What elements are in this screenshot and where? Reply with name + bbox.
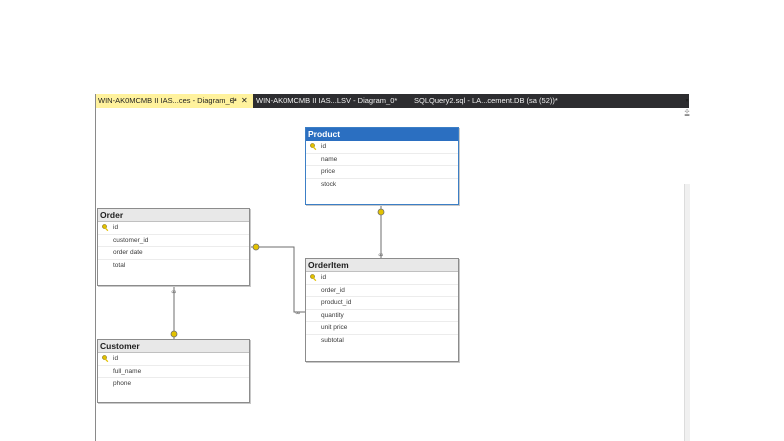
vertical-scrollbar[interactable]: [684, 184, 690, 441]
key-icon: [170, 330, 178, 338]
tab-label: WIN-AK0MCMB II IAS...ces - Diagram_0*: [98, 96, 237, 105]
table-product[interactable]: Product id name price stock: [305, 127, 459, 205]
column-name: id: [321, 143, 327, 150]
relationship-customer-order[interactable]: ∞: [170, 286, 178, 339]
column-row[interactable]: order date: [98, 247, 249, 260]
table-customer[interactable]: Customer id full_name phone: [97, 339, 250, 403]
tab-dropdown-icon[interactable]: ▾: [684, 98, 690, 104]
column-row[interactable]: id: [306, 272, 458, 285]
table-title[interactable]: OrderItem: [306, 259, 458, 272]
table-order[interactable]: Order id customer_id order date total: [97, 208, 250, 286]
split-icon[interactable]: ▔: [684, 116, 690, 122]
column-row[interactable]: id: [306, 141, 458, 154]
primary-key-icon: [310, 143, 317, 151]
diagram-editor: WIN-AK0MCMB II IAS...ces - Diagram_0* ⊹ …: [0, 0, 784, 441]
column-name: quantity: [321, 311, 344, 319]
tab-sql-query[interactable]: SQLQuery2.sql - LA...cement.DB (sa (52))…: [412, 94, 570, 108]
column-name: order date: [113, 249, 143, 256]
column-name: stock: [321, 180, 337, 188]
column-name: phone: [113, 380, 132, 387]
editor-frame-border: [95, 94, 96, 441]
column-name: order_id: [321, 286, 345, 294]
pin-icon[interactable]: ⊹: [230, 94, 237, 108]
close-icon[interactable]: ✕: [241, 94, 248, 108]
column-row[interactable]: customer_id: [98, 235, 249, 247]
tab-diagram-active[interactable]: WIN-AK0MCMB II IAS...ces - Diagram_0* ⊹ …: [96, 94, 253, 108]
column-name: id: [113, 355, 119, 362]
column-name: price: [321, 168, 336, 175]
primary-key-icon: [102, 224, 109, 232]
tab-label: WIN-AK0MCMB II IAS...LSV - Diagram_0*: [256, 96, 398, 105]
table-title[interactable]: Product: [306, 128, 458, 141]
relationship-order-orderitem[interactable]: ∞: [250, 243, 305, 317]
column-name: subtotal: [321, 336, 344, 344]
column-name: unit price: [321, 324, 348, 331]
column-name: full_name: [113, 367, 142, 375]
column-row[interactable]: id: [98, 222, 249, 235]
column-row[interactable]: quantity: [306, 310, 458, 322]
column-row[interactable]: subtotal: [306, 335, 458, 348]
column-row[interactable]: stock: [306, 179, 458, 192]
column-name: customer_id: [113, 236, 149, 244]
column-row[interactable]: unit price: [306, 322, 458, 335]
table-title[interactable]: Customer: [98, 340, 249, 353]
primary-key-icon: [102, 355, 109, 363]
column-row[interactable]: name: [306, 154, 458, 166]
relationship-product-orderitem[interactable]: ∞: [377, 204, 385, 259]
infinity-icon: ∞: [171, 288, 177, 296]
column-row[interactable]: product_id: [306, 297, 458, 310]
table-title[interactable]: Order: [98, 209, 249, 222]
infinity-icon: ∞: [295, 309, 301, 317]
key-icon: [252, 243, 260, 251]
column-row[interactable]: id: [98, 353, 249, 366]
key-icon: [377, 208, 385, 216]
primary-key-icon: [310, 274, 317, 282]
column-row[interactable]: full_name: [98, 366, 249, 378]
tab-strip-filler: [570, 94, 689, 108]
column-row[interactable]: total: [98, 260, 249, 273]
tab-label: SQLQuery2.sql - LA...cement.DB (sa (52))…: [414, 96, 558, 105]
column-name: name: [321, 155, 338, 163]
column-row[interactable]: order_id: [306, 285, 458, 297]
column-row[interactable]: phone: [98, 378, 249, 391]
column-row[interactable]: price: [306, 166, 458, 179]
pin-icon[interactable]: ⊹: [684, 109, 690, 115]
column-name: product_id: [321, 299, 352, 306]
column-name: id: [321, 274, 327, 281]
table-orderitem[interactable]: OrderItem id order_id product_id quantit…: [305, 258, 459, 362]
column-name: total: [113, 261, 126, 269]
tab-diagram-2[interactable]: WIN-AK0MCMB II IAS...LSV - Diagram_0*: [254, 94, 409, 108]
column-name: id: [113, 224, 119, 231]
